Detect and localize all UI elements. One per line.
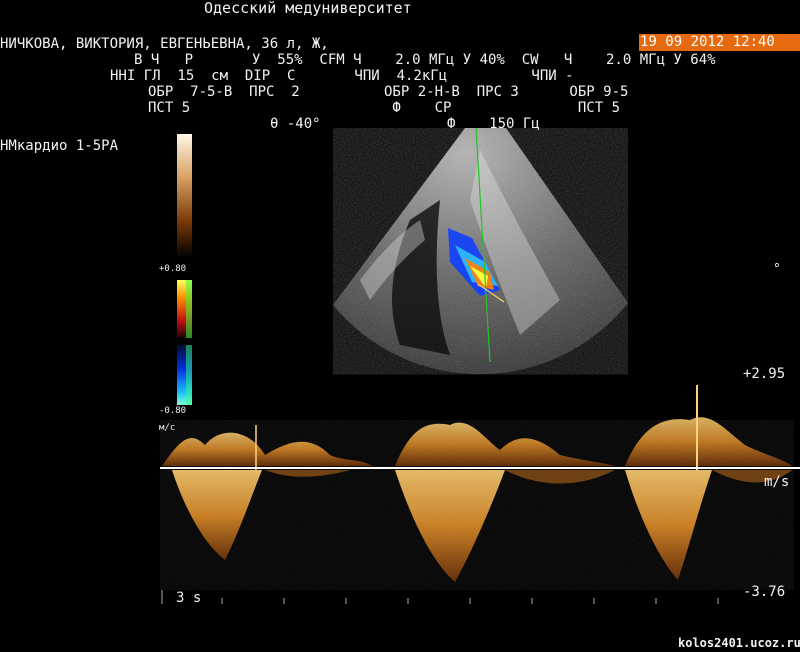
params-row-1: В Ч Р У 55% CFM Ч 2.0 МГц У 40% CW Ч 2.0… — [134, 52, 716, 68]
params-row-5: θ -40° Ф 150 Гц — [270, 116, 540, 132]
degree-icon: ° — [773, 262, 781, 277]
b-mode-sector — [333, 128, 628, 375]
params-row-4: ПСТ 5 Ф СР ПСТ 5 — [148, 100, 621, 116]
patient-name: НИЧКОВА, ВИКТОРИЯ, ЕВГЕНЬЕВНА, 36 л, Ж, — [0, 36, 329, 52]
clinic-name: Одесский медуниверситет — [204, 0, 412, 17]
velocity-scale-top: +2.95 — [743, 366, 786, 382]
doppler-units-label: м/с — [159, 423, 176, 433]
time-scale-label: 3 s — [176, 590, 202, 606]
watermark: kolos2401.ucoz.ru — [678, 636, 800, 650]
velocity-unit: m/s — [764, 474, 790, 490]
exam-datetime: 19 09 2012 12:40 — [639, 34, 800, 51]
params-row-3: ОБР 7-5-В ПРС 2 ОБР 2-Н-В ПРС 3 ОБР 9-5 — [148, 84, 629, 100]
time-ticks — [221, 598, 719, 604]
probe-label: НМкардио 1-5РА — [0, 138, 119, 154]
colorbar-top-label: +0.80 — [159, 264, 187, 274]
velocity-scale-bottom: -3.76 — [743, 584, 786, 600]
colorbar-bottom-label: -0.80 — [159, 406, 187, 416]
params-row-2: HHI ГЛ 15 см DIP С ЧПИ 4.2кГц ЧПИ - — [110, 68, 574, 84]
grayscale-bar — [177, 134, 192, 258]
spectral-doppler-trace — [160, 385, 794, 590]
